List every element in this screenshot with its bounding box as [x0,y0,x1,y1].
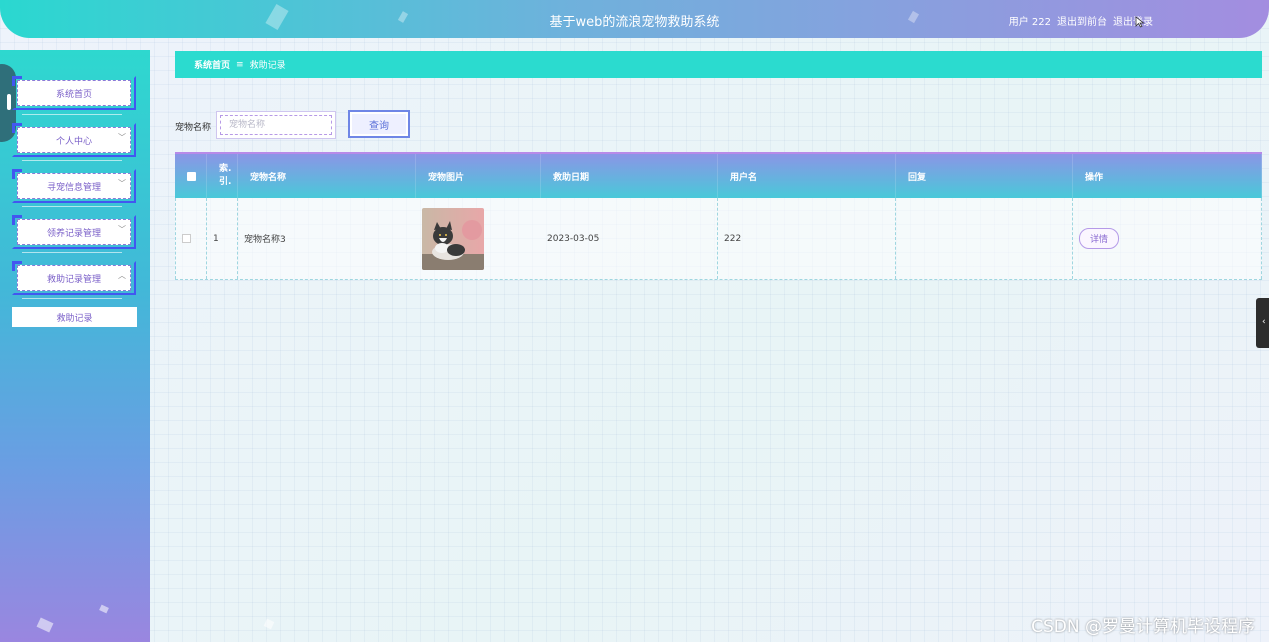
sidebar-item-label: 个人中心 [55,136,92,147]
divider [22,252,122,253]
sidebar-item-pet-search-management[interactable]: 寻宠信息管理 ﹀ [12,169,136,203]
divider [22,160,122,161]
sidebar: 系统首页 个人中心 ﹀ 寻宠信息管理 ﹀ 领养记录管理 ﹀ 救助记录管理 ︿ 救… [0,50,150,642]
pet-image-header: 宠物图片 [416,154,541,198]
header-user-area: 用户 222 退出到前台 退出登录 [1009,13,1153,28]
table-row: 1 宠物名称3 2023-03-05 222 详情 [175,198,1262,280]
page-background [0,0,1269,642]
top-header: 基于web的流浪宠物救助系统 用户 222 退出到前台 退出登录 [0,0,1269,38]
pet-name-search-input[interactable] [220,115,332,135]
rescue-records-table: 索. 引. 宠物名称 宠物图片 救助日期 用户名 回复 操作 1 宠物名称3 2… [175,152,1262,280]
breadcrumb-current: 救助记录 [249,61,286,71]
sidebar-item-adoption-management[interactable]: 领养记录管理 ﹀ [12,215,136,249]
pet-photo [422,207,484,270]
detail-button[interactable]: 详情 [1079,228,1120,249]
sidebar-item-label: 救助记录管理 [46,274,101,285]
query-button[interactable]: 查询 [348,110,410,138]
sidebar-item-label: 寻宠信息管理 [46,182,101,193]
chevron-up-icon: ︿ [118,271,126,280]
rescue-date-header: 救助日期 [541,154,718,198]
divider [22,114,122,115]
pet-name-header: 宠物名称 [238,154,416,198]
row-username: 222 [718,198,896,279]
row-checkbox[interactable] [182,234,191,243]
chevron-down-icon: ﹀ [118,225,126,234]
row-pet-image-cell [416,198,541,279]
row-action-cell: 详情 [1073,198,1262,279]
breadcrumb-home-link[interactable]: 系统首页 [194,58,230,71]
logout-link[interactable]: 退出登录 [1113,13,1153,28]
reply-header: 回复 [896,154,1073,198]
search-label: 宠物名称 [175,123,212,133]
mouse-cursor-icon [1135,16,1145,28]
decor-shape [36,617,54,633]
action-header: 操作 [1073,154,1262,198]
sidebar-item-personal-center[interactable]: 个人中心 ﹀ [12,123,136,157]
exit-to-front-link[interactable]: 退出到前台 [1057,13,1107,28]
submenu-rescue-records[interactable]: 救助记录 [12,307,137,327]
select-all-cell [175,154,207,198]
query-button-label: 查询 [352,114,406,134]
select-all-checkbox[interactable] [187,171,196,181]
divider [22,206,122,207]
breadcrumb: 系统首页 ≡ 救助记录 [175,51,1262,78]
table-header-row: 索. 引. 宠物名称 宠物图片 救助日期 用户名 回复 操作 [175,154,1262,198]
sidebar-item-home[interactable]: 系统首页 [12,76,136,110]
right-panel-toggle[interactable]: ‹ [1256,298,1269,348]
chevron-down-icon: ﹀ [118,133,126,142]
sidebar-item-rescue-management[interactable]: 救助记录管理 ︿ [12,261,136,295]
sidebar-item-label: 系统首页 [55,89,92,100]
row-index: 1 [207,198,238,279]
row-rescue-date: 2023-03-05 [541,198,718,279]
watermark: CSDN @罗曼计算机毕设程序 [1031,617,1255,637]
index-header: 索. 引. [207,154,238,198]
chevron-down-icon: ﹀ [118,179,126,188]
divider [22,298,122,299]
sidebar-item-label: 领养记录管理 [46,228,101,239]
row-pet-name: 宠物名称3 [244,235,286,245]
username-header: 用户名 [718,154,896,198]
row-reply [896,198,1073,279]
row-select-cell [175,198,207,279]
decor-shape [99,604,109,614]
breadcrumb-separator-icon: ≡ [236,59,244,70]
current-user: 用户 222 [1008,17,1051,28]
search-input-wrapper [216,111,336,139]
chevron-left-icon: ‹ [1262,317,1266,327]
